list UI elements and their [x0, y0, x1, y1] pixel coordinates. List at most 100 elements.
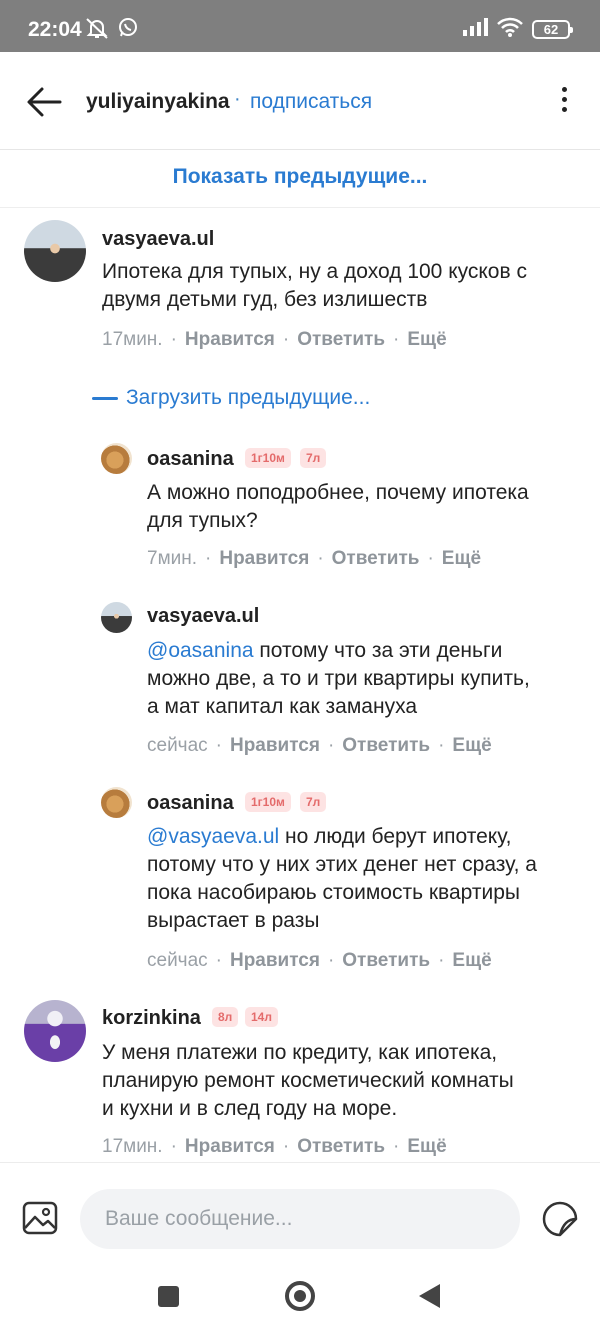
- comment-line: можно две, а то и три квартиры купить,: [147, 667, 530, 690]
- whatsapp-icon: [119, 18, 137, 37]
- message-input[interactable]: [80, 1189, 520, 1249]
- comment-line: вырастает в разы: [147, 909, 320, 932]
- status-time: 22:04: [28, 18, 82, 41]
- account-age-badge: 7л: [300, 792, 327, 812]
- message-composer: [0, 1162, 600, 1262]
- comment-text: @vasyaeva.ul но люди берут ипотеку, пото…: [147, 823, 537, 935]
- battery-level: 62: [543, 22, 559, 37]
- comment-line: планирую ремонт косметический комнаты: [102, 1069, 514, 1092]
- meta-separator: ·: [438, 735, 445, 756]
- more-options-icon[interactable]: [554, 84, 574, 120]
- comment-line: двумя детьми гуд, без излишеств: [102, 288, 428, 311]
- like-button[interactable]: Нравится: [185, 329, 275, 350]
- avatar[interactable]: [101, 787, 132, 818]
- status-bar: 22:04 62: [0, 0, 600, 52]
- comment-line: и кухни и в след году на море.: [102, 1097, 398, 1120]
- thread-dash: [92, 397, 118, 400]
- comment-time: 17мин.: [102, 1136, 163, 1157]
- account-age-badge: 1г10м: [245, 792, 291, 812]
- comment-line: Ипотека для тупых, ну а доход 100 кусков…: [102, 260, 527, 283]
- comment-meta: 17мин. · Нравится · Ответить · Ещё: [102, 329, 447, 351]
- reply-button[interactable]: Ответить: [342, 735, 430, 756]
- avatar[interactable]: [101, 443, 132, 474]
- like-button[interactable]: Нравится: [230, 735, 320, 756]
- comment-more-button[interactable]: Ещё: [407, 329, 446, 350]
- signal-icon: [463, 18, 488, 36]
- comment-text: У меня платежи по кредиту, как ипотека, …: [102, 1039, 514, 1123]
- comment-meta: 7мин. · Нравится · Ответить · Ещё: [147, 548, 481, 570]
- meta-separator: ·: [327, 735, 335, 756]
- meta-separator: ·: [438, 950, 445, 971]
- meta-separator: ·: [393, 329, 400, 350]
- recent-apps-icon[interactable]: [158, 1286, 179, 1307]
- comment-author[interactable]: vasyaeva.ul: [102, 228, 214, 251]
- comment-meta: сейчас · Нравится · Ответить · Ещё: [147, 735, 492, 757]
- reply-button[interactable]: Ответить: [332, 548, 420, 569]
- comment-meta: сейчас · Нравится · Ответить · Ещё: [147, 950, 492, 972]
- account-age-badge: 8л: [212, 1007, 239, 1027]
- comment-text: А можно поподробнее, почему ипотека для …: [147, 479, 529, 535]
- header-username[interactable]: yuliyainyakina: [86, 90, 230, 114]
- comment-line: но люди берут ипотеку,: [279, 825, 512, 848]
- home-icon[interactable]: [285, 1281, 315, 1311]
- comment-more-button[interactable]: Ещё: [452, 735, 491, 756]
- comment-time: 7мин.: [147, 548, 198, 569]
- comment-author[interactable]: oasanina: [147, 792, 234, 815]
- comment-meta: 17мин. · Нравится · Ответить · Ещё: [102, 1136, 447, 1158]
- comment-author[interactable]: korzinkina: [102, 1007, 201, 1030]
- show-previous-bar: Показать предыдущие...: [0, 150, 600, 208]
- load-previous-label: Загрузить предыдущие...: [126, 386, 371, 409]
- comment-author[interactable]: oasanina: [147, 448, 234, 471]
- account-age-badge: 14л: [245, 1007, 278, 1027]
- reply-button[interactable]: Ответить: [297, 1136, 385, 1157]
- comment-time: 17мин.: [102, 329, 163, 350]
- avatar[interactable]: [101, 602, 132, 633]
- back-arrow-icon[interactable]: [22, 82, 66, 122]
- avatar[interactable]: [24, 1000, 86, 1062]
- battery-icon: 62: [532, 20, 573, 39]
- comment-line: А можно поподробнее, почему ипотека: [147, 481, 529, 504]
- image-gallery-icon[interactable]: [22, 1201, 58, 1235]
- meta-separator: ·: [205, 548, 212, 569]
- sticker-icon[interactable]: [542, 1201, 578, 1237]
- mute-icon: [86, 18, 108, 39]
- like-button[interactable]: Нравится: [185, 1136, 275, 1157]
- show-previous-button[interactable]: Показать предыдущие...: [173, 165, 428, 189]
- header-separator: ·: [234, 88, 241, 110]
- meta-separator: ·: [282, 329, 290, 350]
- avatar[interactable]: [24, 220, 86, 282]
- meta-separator: ·: [215, 735, 222, 756]
- meta-separator: ·: [317, 548, 324, 569]
- header: yuliyainyakina · подписаться: [0, 52, 600, 150]
- back-triangle-icon[interactable]: [419, 1284, 440, 1308]
- comment-more-button[interactable]: Ещё: [442, 548, 481, 569]
- mention-link[interactable]: @oasanina: [147, 639, 254, 662]
- meta-separator: ·: [327, 950, 335, 971]
- comment-text: @oasanina потому что за эти деньги можно…: [147, 637, 530, 721]
- comment-line: пока насобираюь стоимость квартиры: [147, 881, 520, 904]
- like-button[interactable]: Нравится: [219, 548, 309, 569]
- comment-time: сейчас: [147, 735, 208, 756]
- meta-separator: ·: [170, 1136, 177, 1157]
- comment-more-button[interactable]: Ещё: [407, 1136, 446, 1157]
- comment-text: Ипотека для тупых, ну а доход 100 кусков…: [102, 258, 527, 314]
- comment-more-button[interactable]: Ещё: [452, 950, 491, 971]
- comment-line: У меня платежи по кредиту, как ипотека,: [102, 1041, 498, 1064]
- account-age-badge: 1г10м: [245, 448, 291, 468]
- reply-button[interactable]: Ответить: [342, 950, 430, 971]
- comment-time: сейчас: [147, 950, 208, 971]
- comment-author[interactable]: vasyaeva.ul: [147, 605, 259, 628]
- like-button[interactable]: Нравится: [230, 950, 320, 971]
- meta-separator: ·: [282, 1136, 290, 1157]
- mention-link[interactable]: @vasyaeva.ul: [147, 825, 279, 848]
- follow-button[interactable]: подписаться: [250, 90, 372, 114]
- meta-separator: ·: [215, 950, 222, 971]
- system-nav-bar: [0, 1262, 600, 1332]
- meta-separator: ·: [427, 548, 434, 569]
- comment-line: а мат капитал как замануха: [147, 695, 418, 718]
- comment-line: потому что за эти деньги: [253, 639, 503, 662]
- meta-separator: ·: [170, 329, 177, 350]
- reply-button[interactable]: Ответить: [297, 329, 385, 350]
- account-age-badge: 7л: [300, 448, 327, 468]
- comment-line: потому что у них этих денег нет сразу, а: [147, 853, 537, 876]
